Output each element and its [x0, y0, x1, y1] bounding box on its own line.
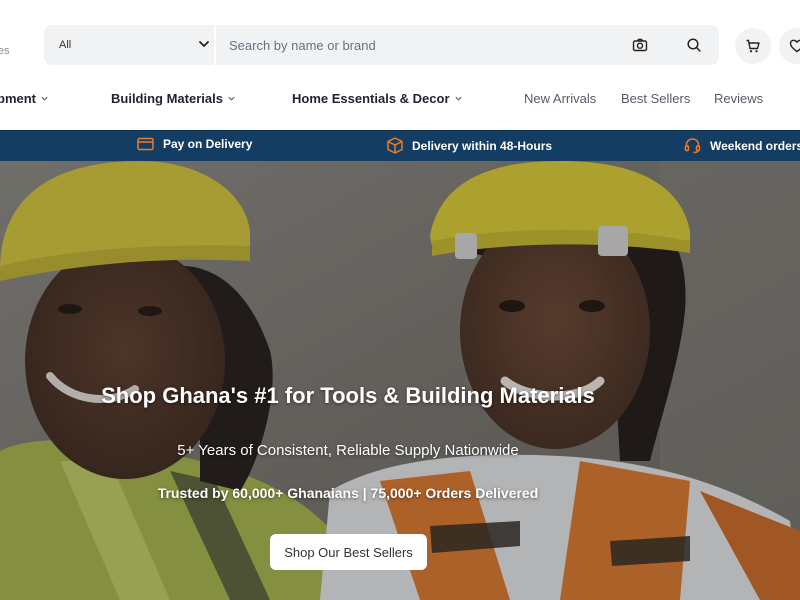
- benefit-label: Pay on Delivery: [163, 137, 253, 151]
- chevron-down-icon: [228, 96, 235, 101]
- search-submit-button[interactable]: [679, 30, 709, 60]
- benefit-fast-delivery: Delivery within 48-Hours: [387, 137, 552, 154]
- credit-card-icon: [137, 137, 154, 151]
- benefit-pay-on-delivery: Pay on Delivery: [137, 137, 252, 151]
- main-nav: pment Building Materials Home Essentials…: [0, 80, 800, 130]
- search-input[interactable]: [216, 25, 625, 65]
- shop-best-sellers-button[interactable]: Shop Our Best Sellers: [270, 534, 427, 570]
- hero-title: Shop Ghana's #1 for Tools & Building Mat…: [101, 383, 595, 408]
- hero-trust-text: Trusted by 60,000+ Ghanaians | 75,000+ O…: [157, 485, 539, 501]
- top-bar: es All: [0, 0, 800, 80]
- search-icon: [687, 38, 701, 52]
- camera-search-button[interactable]: [625, 30, 655, 60]
- nav-category-label: pment: [0, 91, 36, 106]
- category-select-value: All: [59, 39, 72, 51]
- wishlist-button[interactable]: [779, 28, 800, 64]
- package-icon: [387, 137, 403, 154]
- nav-link-new-arrivals[interactable]: New Arrivals: [524, 91, 596, 106]
- headset-icon: [684, 138, 701, 154]
- camera-icon: [632, 38, 648, 52]
- hero-banner: Shop Ghana's #1 for Tools & Building Mat…: [0, 161, 800, 600]
- nav-link-reviews[interactable]: Reviews: [714, 91, 763, 106]
- hero-subtitle: 5+ Years of Consistent, Reliable Supply …: [177, 442, 519, 459]
- chevron-down-icon: [41, 96, 48, 101]
- nav-link-best-sellers[interactable]: Best Sellers: [621, 91, 690, 106]
- benefit-weekend-orders: Weekend orders p: [684, 137, 800, 154]
- cart-button[interactable]: [735, 28, 771, 64]
- nav-category-home-essentials[interactable]: Home Essentials & Decor: [292, 91, 463, 106]
- benefit-label: Weekend orders p: [710, 138, 800, 153]
- cart-icon: [746, 39, 760, 53]
- nav-category-label: Home Essentials & Decor: [292, 91, 450, 106]
- nav-category-building-materials[interactable]: Building Materials: [111, 91, 236, 106]
- benefit-label: Delivery within 48-Hours: [412, 138, 553, 153]
- heart-icon: [789, 39, 800, 53]
- nav-category-equipment[interactable]: pment: [0, 91, 49, 106]
- chevron-down-icon: [454, 96, 462, 101]
- benefits-strip: Pay on Delivery Delivery within 48-Hours…: [0, 130, 800, 161]
- nav-category-label: Building Materials: [111, 91, 223, 106]
- logo-text-fragment[interactable]: es: [0, 45, 10, 57]
- search-bar: All: [44, 25, 719, 65]
- category-select[interactable]: All: [44, 25, 214, 65]
- chevron-down-icon: [199, 41, 209, 47]
